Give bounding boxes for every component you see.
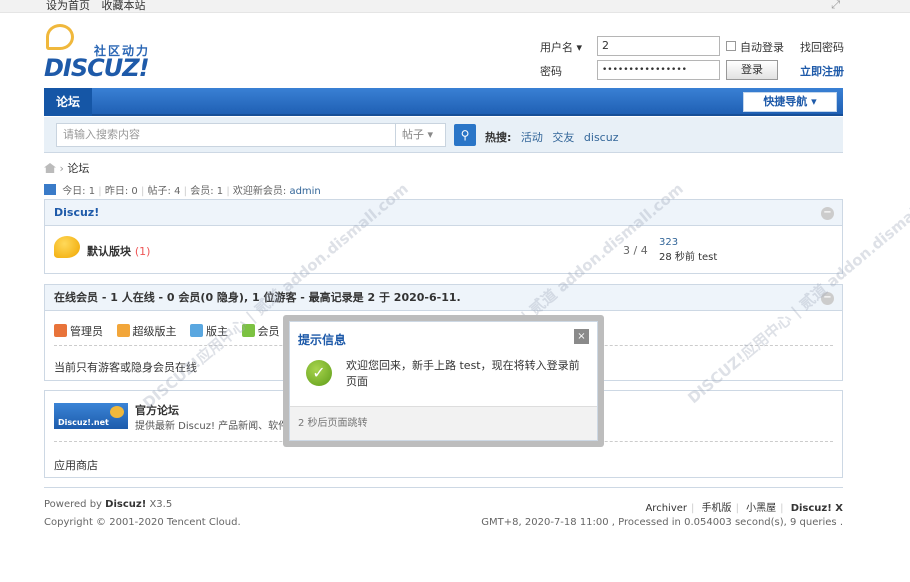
admin-icon <box>54 324 67 337</box>
bookmark-link[interactable]: 收藏本站 <box>102 0 146 12</box>
discuz-net-logo[interactable]: Discuz!.net <box>54 403 128 429</box>
powered-by: Powered by Discuz! X3.5 <box>44 499 173 510</box>
stat-today: 今日: 1 <box>62 186 96 197</box>
footer: Powered by Discuz! X3.5 Copyright © 2001… <box>44 487 843 528</box>
moderator-icon <box>190 324 203 337</box>
online-title: 在线会员 - 1 人在线 - 0 会员(0 隐身), 1 位游客 - 最高记录是… <box>45 285 842 311</box>
dialog-redirect-note: 2 秒后页面跳转 <box>290 406 597 440</box>
official-forum-link[interactable]: 官方论坛 <box>135 402 179 418</box>
category-link[interactable]: Discuz! <box>54 206 99 219</box>
search-button[interactable]: ⚲ <box>454 124 476 146</box>
forum-name[interactable]: 默认版块 (1) <box>87 243 150 259</box>
find-password-link[interactable]: 找回密码 <box>800 39 844 55</box>
search-input[interactable]: 请输入搜索内容 <box>56 123 396 147</box>
home-icon[interactable] <box>44 163 56 173</box>
stats-chart-icon <box>44 184 56 195</box>
footer-links: Archiver | 手机版 | 小黑屋 | Discuz! X <box>645 503 843 514</box>
legend-member: 会员 <box>241 323 280 339</box>
hot-search: 热搜: 活动 交友 discuz <box>485 129 618 145</box>
username-label: 用户名 ▾ <box>540 41 583 54</box>
mobile-link[interactable]: 手机版 <box>702 503 732 514</box>
forum-category-box: Discuz! − 默认版块 (1) 3 / 4 323 28 秒前 test <box>44 199 843 274</box>
success-check-icon: ✓ <box>306 360 332 386</box>
hot-item[interactable]: 活动 <box>521 131 543 144</box>
stat-posts: 帖子: 4 <box>147 186 181 197</box>
dialog-message: 欢迎您回来，新手上路 test，现在将转入登录前页面 <box>346 359 580 388</box>
archiver-link[interactable]: Archiver <box>645 503 687 514</box>
logo-bubble-icon <box>46 24 74 50</box>
username-input[interactable]: 2 <box>597 36 720 56</box>
forum-stats: 今日: 1 | 昨日: 0 | 帖子: 4 | 会员: 1 | 欢迎新会员: a… <box>44 182 321 197</box>
register-link[interactable]: 立即注册 <box>800 63 844 79</box>
discuz-link[interactable]: Discuz! <box>105 499 146 510</box>
server-info: GMT+8, 2020-7-18 11:00 , Processed in 0.… <box>481 517 843 528</box>
super-moderator-icon <box>116 324 130 337</box>
auto-login-label[interactable]: 自动登录 <box>740 39 784 55</box>
forum-last-post: 323 28 秒前 test <box>659 235 717 265</box>
app-store-link[interactable]: 应用商店 <box>54 457 98 473</box>
close-icon[interactable]: × <box>574 329 589 344</box>
logo-name: DISCUZ! <box>44 54 150 82</box>
nav-tab-forum[interactable]: 论坛 <box>44 88 92 116</box>
dialog-title: 提示信息 <box>298 333 347 347</box>
copyright: Copyright © 2001-2020 Tencent Cloud. <box>44 517 241 528</box>
stat-members: 会员: 1 <box>190 186 224 197</box>
breadcrumb-current[interactable]: 论坛 <box>67 162 89 175</box>
expand-icon[interactable]: ⤢ <box>831 0 840 12</box>
forum-row: 默认版块 (1) 3 / 4 323 28 秒前 test <box>45 226 842 272</box>
search-type-select[interactable]: 帖子 ▾ <box>396 123 446 147</box>
legend-admin: 管理员 <box>54 323 103 339</box>
stat-welcome: 欢迎新会员: <box>232 186 287 197</box>
hot-search-label: 热搜: <box>485 131 512 144</box>
category-title: Discuz! − <box>45 200 842 226</box>
top-links: 设为首页 收藏本站 <box>46 0 154 13</box>
last-post-info: 28 秒前 test <box>659 252 718 263</box>
notice-dialog: 提示信息 × ✓ 欢迎您回来，新手上路 test，现在将转入登录前页面 2 秒后… <box>289 321 598 441</box>
forum-icon <box>54 236 80 258</box>
legend-mod: 版主 <box>190 323 228 339</box>
breadcrumb: › 论坛 <box>44 160 89 176</box>
set-home-link[interactable]: 设为首页 <box>46 0 90 12</box>
official-forum-desc: 提供最新 Discuz! 产品新闻、软件下 <box>135 421 299 432</box>
online-note: 当前只有游客或隐身会员在线 <box>54 361 197 374</box>
collapse-icon[interactable]: − <box>821 292 834 305</box>
search-bar: 请输入搜索内容 帖子 ▾ ⚲ 热搜: 活动 交友 discuz <box>44 117 843 153</box>
search-icon: ⚲ <box>460 128 470 142</box>
last-post-link[interactable]: 323 <box>659 237 678 248</box>
password-input[interactable]: •••••••••••••••• <box>597 60 720 80</box>
collapse-icon[interactable]: − <box>821 207 834 220</box>
legend-super-mod: 超级版主 <box>116 323 177 339</box>
site-logo[interactable]: 社区动力 DISCUZ! <box>44 24 164 82</box>
discuz-x-link[interactable]: Discuz! X <box>791 503 843 514</box>
member-icon <box>241 324 255 337</box>
forum-counts: 3 / 4 <box>623 244 648 257</box>
hot-item[interactable]: 交友 <box>552 131 574 144</box>
stat-yesterday: 昨日: 0 <box>104 186 138 197</box>
hot-item[interactable]: discuz <box>584 131 619 144</box>
quick-nav-button[interactable]: 快捷导航 ▾ <box>743 92 837 112</box>
top-bar: 设为首页 收藏本站 ⤢ <box>0 0 910 13</box>
password-label: 密码 <box>540 65 562 78</box>
member-legend: 管理员 超级版主 版主 会员 <box>54 323 290 339</box>
newest-member-link[interactable]: admin <box>289 186 320 197</box>
auto-login-checkbox[interactable] <box>726 41 736 51</box>
main-nav: 论坛 快捷导航 ▾ <box>44 88 843 116</box>
login-button[interactable]: 登录 <box>726 60 778 80</box>
chevron-down-icon: ▾ <box>811 95 817 108</box>
blackroom-link[interactable]: 小黑屋 <box>746 503 776 514</box>
